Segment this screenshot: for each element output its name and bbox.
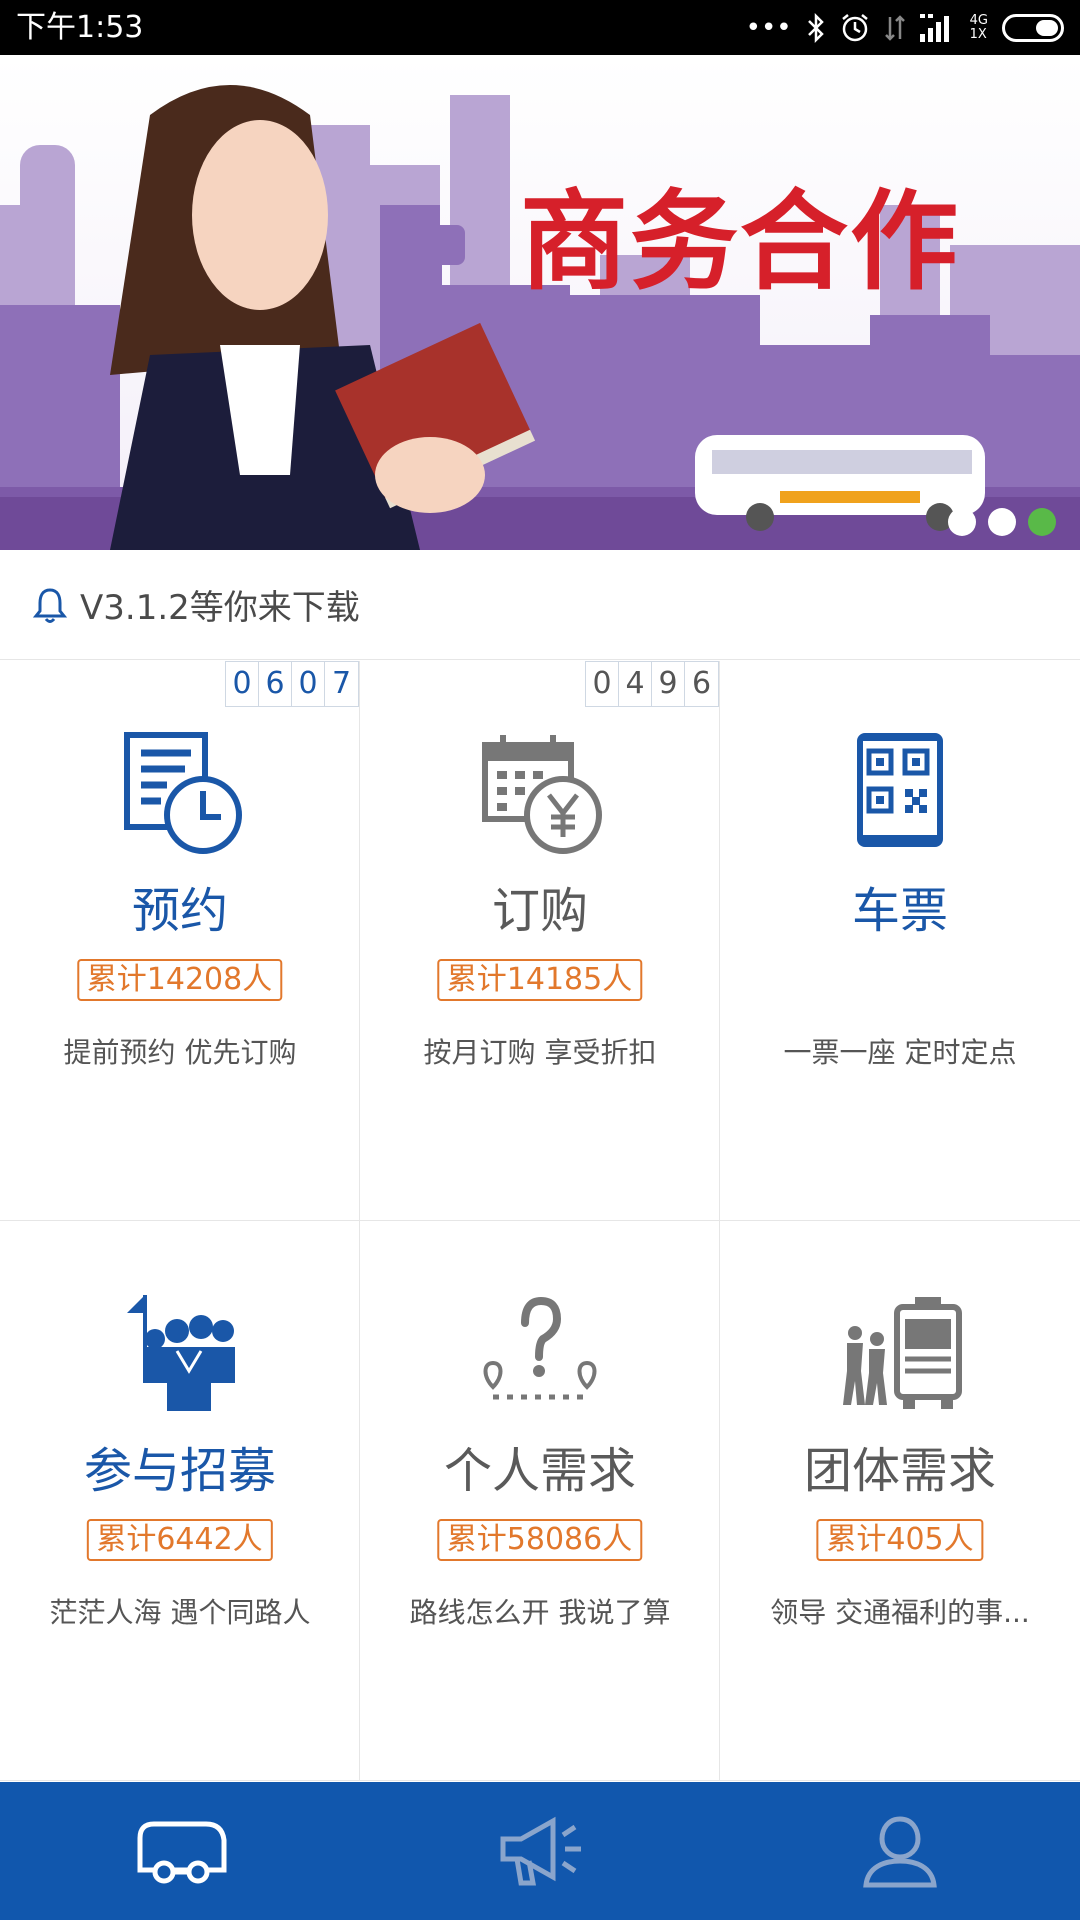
reservation-counter: 0 6 0 7 <box>225 661 359 707</box>
feature-desc: 提前预约 优先订购 <box>63 1036 297 1069</box>
counter-digit: 6 <box>691 666 712 701</box>
banner-dot[interactable] <box>988 508 1016 536</box>
group-flag-icon <box>127 1295 235 1411</box>
count-badge: 累计58086人 <box>436 1519 643 1561</box>
route-question-icon <box>483 1296 597 1400</box>
feature-title: 参与招募 <box>83 1443 276 1499</box>
promo-banner[interactable]: 商务合作 <box>0 55 1080 550</box>
more-dots-icon: ••• <box>745 13 792 43</box>
bottom-nav <box>0 1782 1080 1920</box>
calendar-yuan-icon <box>482 735 602 854</box>
megaphone-icon <box>500 1816 581 1886</box>
feature-personal-demand[interactable]: 个人需求 累计58086人 路线怎么开 我说了算 <box>360 1221 720 1781</box>
network-type-bottom: 1X <box>969 27 987 42</box>
feature-desc: 路线怎么开 我说了算 <box>409 1596 671 1629</box>
notice-bar[interactable]: V3.1.2等你来下载 <box>0 550 1080 660</box>
feature-title: 个人需求 <box>443 1443 636 1499</box>
count-badge: 累计14185人 <box>436 959 643 1001</box>
network-type-top: 4G <box>969 13 988 28</box>
count-badge: 累计6442人 <box>86 1519 273 1561</box>
banner-dot[interactable] <box>948 508 976 536</box>
subscribe-counter: 0 4 9 6 <box>585 661 719 707</box>
feature-desc: 领导 交通福利的事... <box>770 1596 1030 1629</box>
status-icons: ••• 4G 1X <box>746 8 1064 48</box>
feature-ticket[interactable]: 车票 一票一座 定时定点 <box>720 661 1080 1221</box>
user-icon <box>863 1816 937 1888</box>
bus-people-icon <box>843 1297 962 1409</box>
feature-grid: 0 6 0 7 预约 累计14208人 提前预约 优先订购 0 4 9 6 订购… <box>0 661 1080 1781</box>
network-label: 4G 1X <box>970 14 988 42</box>
counter-digit: 0 <box>226 662 259 706</box>
feature-subscribe[interactable]: 0 4 9 6 订购 累计14185人 按月订购 享受折扣 <box>360 661 720 1221</box>
feature-title: 订购 <box>491 883 588 939</box>
feature-recruit[interactable]: 参与招募 累计6442人 茫茫人海 遇个同路人 <box>0 1221 360 1781</box>
battery-icon <box>1002 14 1064 42</box>
status-time: 下午1:53 <box>16 10 144 45</box>
banner-title: 商务合作 <box>520 180 961 305</box>
count-badge: 累计14208人 <box>76 959 283 1001</box>
counter-digit: 0 <box>292 662 325 706</box>
feature-reservation[interactable]: 0 6 0 7 预约 累计14208人 提前预约 优先订购 <box>0 661 360 1221</box>
bluetooth-icon <box>807 12 824 44</box>
feature-desc: 按月订购 享受折扣 <box>423 1036 657 1069</box>
counter-digit: 6 <box>259 662 292 706</box>
alarm-icon <box>841 14 868 42</box>
feature-title: 车票 <box>851 883 948 939</box>
signal-icon <box>919 14 949 42</box>
data-arrows-icon <box>884 15 905 41</box>
counter-digit: 9 <box>652 662 685 706</box>
feature-title: 团体需求 <box>803 1443 996 1499</box>
feature-desc: 茫茫人海 遇个同路人 <box>49 1596 311 1629</box>
counter-digit: 7 <box>331 666 352 701</box>
qr-ticket-icon <box>857 733 943 847</box>
bus-icon <box>137 1821 227 1884</box>
feature-title: 预约 <box>131 883 228 939</box>
notice-text: V3.1.2等你来下载 <box>80 588 360 628</box>
feature-desc: 一票一座 定时定点 <box>783 1036 1017 1069</box>
bell-icon <box>32 587 68 623</box>
counter-digit: 4 <box>619 662 652 706</box>
nav-home[interactable] <box>0 1782 360 1920</box>
count-badge: 累计405人 <box>816 1519 984 1561</box>
counter-digit: 0 <box>586 662 619 706</box>
nav-announcements[interactable] <box>360 1782 720 1920</box>
status-bar: 下午1:53 ••• 4G 1X <box>0 0 1080 55</box>
nav-profile[interactable] <box>720 1782 1080 1920</box>
feature-group-demand[interactable]: 团体需求 累计405人 领导 交通福利的事... <box>720 1221 1080 1781</box>
banner-dot-active[interactable] <box>1028 508 1056 536</box>
banner-pagination <box>948 508 1056 536</box>
reservation-clock-icon <box>124 732 242 854</box>
